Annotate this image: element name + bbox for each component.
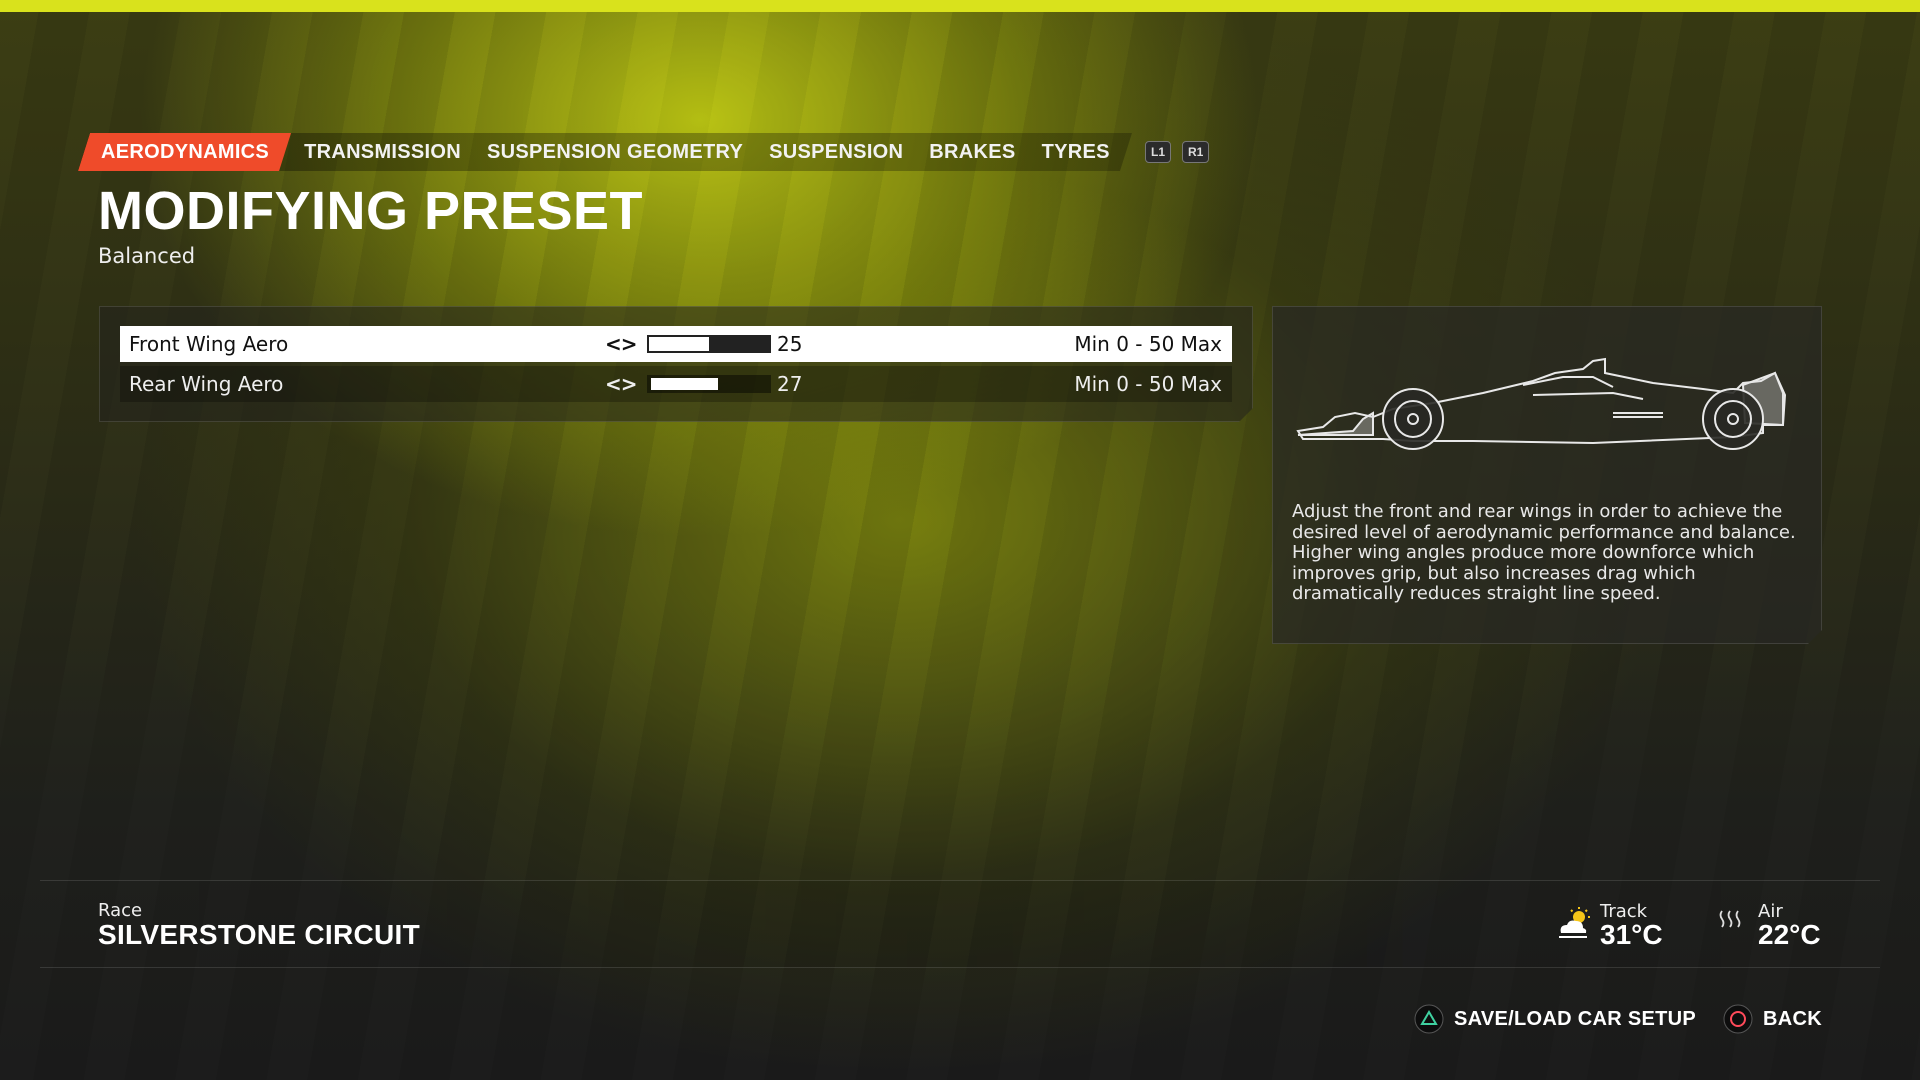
back-button[interactable]: BACK	[1723, 1004, 1822, 1034]
tab-suspension-geometry[interactable]: SUSPENSION GEOMETRY	[474, 133, 756, 171]
back-label: BACK	[1763, 1007, 1822, 1030]
air-temp: 22°C	[1758, 919, 1821, 950]
setting-range: Min 0 - 50 Max	[1074, 372, 1222, 396]
category-tabs: AERODYNAMICS TRANSMISSION SUSPENSION GEO…	[78, 133, 1132, 171]
slider-fill	[651, 378, 718, 390]
save-load-setup-button[interactable]: SAVE/LOAD CAR SETUP	[1414, 1004, 1696, 1034]
setting-value: 25	[777, 332, 803, 356]
triangle-button-icon	[1414, 1004, 1444, 1034]
settings-panel: Front Wing Aero <> 25 Min 0 - 50 Max Rea…	[99, 306, 1253, 422]
circle-button-icon	[1723, 1004, 1753, 1034]
tab-suspension[interactable]: SUSPENSION	[756, 133, 916, 171]
value-slider[interactable]	[647, 335, 771, 353]
description-paragraph: Higher wing angles produce more downforc…	[1292, 542, 1755, 604]
session-type: Race	[98, 900, 143, 921]
l1-bumper-icon[interactable]: L1	[1145, 141, 1172, 163]
heat-waves-icon	[1719, 910, 1741, 928]
description-paragraph: Adjust the front and rear wings in order…	[1292, 501, 1796, 543]
left-right-arrows-icon[interactable]: <>	[605, 372, 637, 396]
info-panel: Adjust the front and rear wings in order…	[1272, 306, 1822, 644]
tab-transmission[interactable]: TRANSMISSION	[291, 133, 474, 171]
setting-row-rear-wing-aero[interactable]: Rear Wing Aero <> 27 Min 0 - 50 Max	[120, 366, 1232, 402]
save-load-label: SAVE/LOAD CAR SETUP	[1454, 1007, 1697, 1030]
left-right-arrows-icon[interactable]: <>	[605, 332, 637, 356]
track-temp: 31°C	[1600, 919, 1663, 950]
slider-fill	[649, 337, 709, 351]
circuit-name: SILVERSTONE CIRCUIT	[98, 919, 421, 950]
session-info-bar: Race SILVERSTONE CIRCUIT Track 31°C Air …	[40, 880, 1880, 968]
setting-value: 27	[777, 372, 803, 396]
tab-tyres[interactable]: TYRES	[1029, 133, 1123, 171]
setting-row-front-wing-aero[interactable]: Front Wing Aero <> 25 Min 0 - 50 Max	[120, 326, 1232, 362]
description-text: Adjust the front and rear wings in order…	[1292, 502, 1802, 605]
setting-label: Front Wing Aero	[129, 332, 289, 356]
tab-brakes[interactable]: BRAKES	[916, 133, 1028, 171]
preset-name: Balanced	[98, 244, 196, 268]
value-slider[interactable]	[647, 375, 771, 393]
tab-aerodynamics[interactable]: AERODYNAMICS	[78, 133, 291, 171]
setting-label: Rear Wing Aero	[129, 372, 284, 396]
top-accent-line	[0, 0, 1920, 12]
page-title: MODIFYING PRESET	[98, 181, 644, 241]
partly-sunny-icon	[1559, 907, 1590, 938]
r1-bumper-icon[interactable]: R1	[1182, 141, 1210, 163]
setting-range: Min 0 - 50 Max	[1074, 332, 1222, 356]
f1-car-icon	[1293, 343, 1803, 463]
